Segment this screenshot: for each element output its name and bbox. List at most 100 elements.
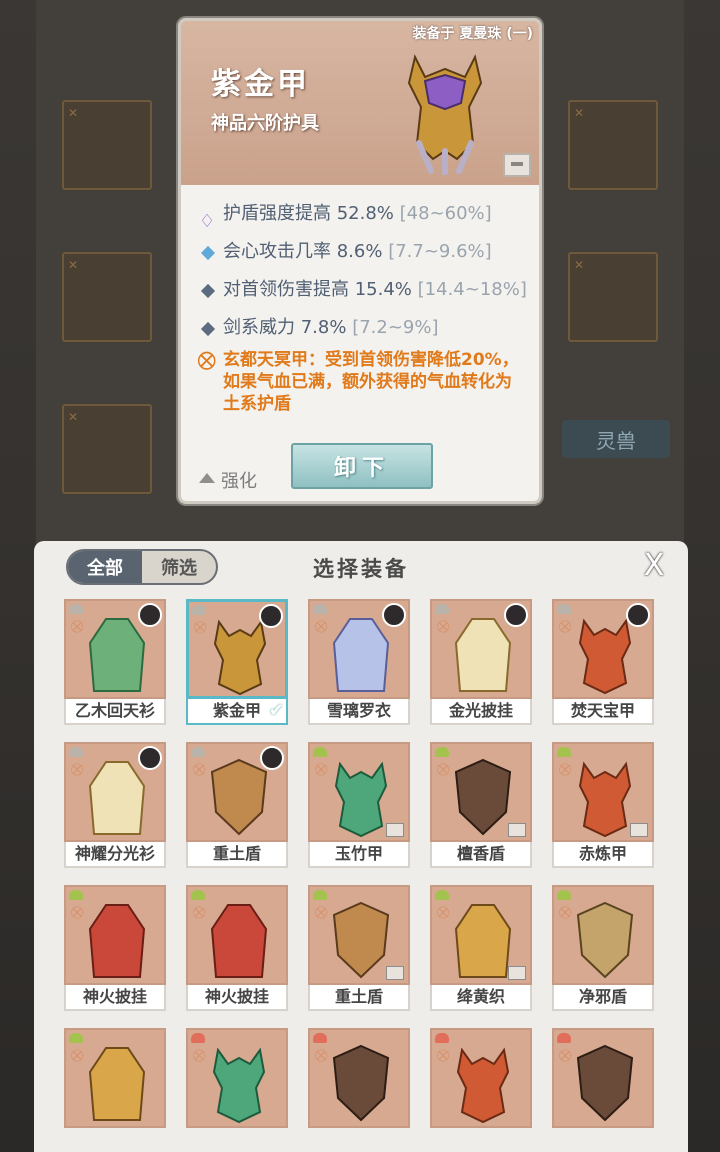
rune-icon: ⛒ xyxy=(315,762,328,776)
equipment-item[interactable]: ⛒ xyxy=(186,1028,288,1152)
quality-icon xyxy=(313,890,327,900)
equipment-name: 神耀分光衫 xyxy=(64,842,166,868)
storage-box-icon xyxy=(630,823,648,837)
equipment-art-image xyxy=(576,901,634,979)
quality-icon xyxy=(435,1033,449,1043)
storage-box-icon xyxy=(508,823,526,837)
equipment-art-image xyxy=(332,1044,390,1122)
equipment-name: 净邪盾 xyxy=(552,985,654,1011)
equipment-item[interactable]: ⛒ xyxy=(430,1028,532,1152)
equipment-tile: ⛒ xyxy=(430,885,532,985)
rune-icon: ⛒ xyxy=(193,762,206,776)
equipment-item[interactable]: ⛒ 檀香盾 xyxy=(430,742,532,870)
equipment-art-image xyxy=(334,761,388,838)
armor-art-image xyxy=(407,54,483,175)
equipment-tile: ⛒ xyxy=(64,742,166,842)
owner-avatar xyxy=(138,603,162,627)
equipment-item[interactable]: ⛒ 重土盾 xyxy=(308,885,410,1013)
equipment-name: 重土盾 xyxy=(308,985,410,1011)
equipment-tile: ⛒ xyxy=(64,885,166,985)
quality-icon xyxy=(191,890,205,900)
equipment-item[interactable]: ⛒ 雪璃罗衣 xyxy=(308,599,410,727)
stat-range: [48~60%] xyxy=(399,203,492,224)
item-detail-header: 装备于 夏曼珠 (一) 紫金甲 神品六阶护具 xyxy=(181,21,539,185)
enhance-button[interactable]: 强化 xyxy=(199,467,257,493)
equipment-art-image xyxy=(454,758,512,836)
rune-icon: ⛒ xyxy=(198,351,216,371)
stat-range: [7.7~9.6%] xyxy=(388,241,492,262)
equipment-art-image xyxy=(213,619,267,696)
equipment-art-image xyxy=(210,758,268,836)
equipment-art-image xyxy=(578,761,632,838)
owner-avatar xyxy=(260,746,284,770)
quality-icon xyxy=(192,605,206,615)
rune-icon: ⛒ xyxy=(437,619,450,633)
equipment-tile: ⛒ xyxy=(430,742,532,842)
equipment-item[interactable]: ⛒ 净邪盾 xyxy=(552,885,654,1013)
rune-icon: ⛒ xyxy=(194,620,207,634)
arrow-up-icon xyxy=(199,473,215,483)
background-slot: ✕ xyxy=(568,252,658,342)
quality-icon xyxy=(435,890,449,900)
equipment-tile: ⛒ xyxy=(186,742,288,842)
background-slot: ✕ xyxy=(62,404,152,494)
equipment-art-image xyxy=(332,901,390,979)
stat-text: 对首领伤害提高 15.4% xyxy=(223,279,412,300)
quality-icon xyxy=(191,747,205,757)
close-button[interactable]: X xyxy=(638,549,670,583)
equipment-item[interactable]: ⛒ 神火披挂 xyxy=(64,885,166,1013)
diamond-icon xyxy=(200,283,216,299)
storage-box-icon[interactable] xyxy=(503,153,531,177)
equipment-art-image xyxy=(578,618,632,695)
quality-icon xyxy=(313,1033,327,1043)
equipment-item[interactable]: ⛒ 乙木回天衫 xyxy=(64,599,166,727)
equipment-item[interactable]: ⛒ 焚天宝甲 xyxy=(552,599,654,727)
item-rank: 神品六阶护具 xyxy=(211,113,319,134)
equipment-art-image xyxy=(88,1047,146,1121)
rune-icon: ⛒ xyxy=(71,619,84,633)
equipped-by-label: 装备于 夏曼珠 (一) xyxy=(412,26,533,42)
item-name: 紫金甲 xyxy=(211,67,310,102)
equipment-tile: ⛒ xyxy=(552,885,654,985)
equipment-item[interactable]: ⛒ xyxy=(308,1028,410,1152)
quality-icon xyxy=(69,1033,83,1043)
stat-text: 会心攻击几率 8.6% xyxy=(223,241,383,262)
rune-icon: ⛒ xyxy=(559,1048,572,1062)
equipment-art-image xyxy=(88,761,146,835)
storage-box-icon xyxy=(386,966,404,980)
equipment-item[interactable]: ⛒ 赤炼甲 xyxy=(552,742,654,870)
rune-icon: ⛒ xyxy=(315,1048,328,1062)
equipment-item[interactable]: ⛒ 紫金甲 ✔ xyxy=(186,599,288,727)
quality-icon xyxy=(557,747,571,757)
equipment-tile: ⛒ xyxy=(64,1028,166,1128)
equipment-item[interactable]: ⛒ xyxy=(552,1028,654,1152)
equipment-name: 金光披挂 xyxy=(430,699,532,725)
equipment-item[interactable]: ⛒ 神耀分光衫 xyxy=(64,742,166,870)
quality-icon xyxy=(69,890,83,900)
stat-row: ♢ 护盾强度提高 52.8% [48~60%] xyxy=(181,197,539,235)
quality-icon xyxy=(557,604,571,614)
equipment-item[interactable]: ⛒ 绛黄织 xyxy=(430,885,532,1013)
rune-icon: ⛒ xyxy=(71,1048,84,1062)
equipment-tile: ⛒ xyxy=(430,1028,532,1128)
equipment-tile: ⛒ xyxy=(64,599,166,699)
equipment-item[interactable]: ⛒ 神火披挂 xyxy=(186,885,288,1013)
equipment-art-image xyxy=(454,618,512,692)
unequip-button[interactable]: 卸下 xyxy=(291,443,433,489)
equipment-item[interactable]: ⛒ xyxy=(64,1028,166,1152)
equipment-name: 神火披挂 xyxy=(64,985,166,1011)
equipment-tile: ⛒ xyxy=(552,599,654,699)
equipment-tile: ⛒ xyxy=(186,599,288,699)
equipment-item[interactable]: ⛒ 玉竹甲 xyxy=(308,742,410,870)
stat-row: 会心攻击几率 8.6% [7.7~9.6%] xyxy=(181,235,539,273)
owner-avatar xyxy=(382,603,406,627)
stat-row: 剑系威力 7.8% [7.2~9%] xyxy=(181,311,539,349)
storage-box-icon xyxy=(386,823,404,837)
rune-icon: ⛒ xyxy=(193,905,206,919)
panel-title: 选择装备 xyxy=(313,557,409,581)
equipment-item[interactable]: ⛒ 重土盾 xyxy=(186,742,288,870)
rune-icon: ⛒ xyxy=(71,905,84,919)
stat-range: [7.2~9%] xyxy=(352,317,439,338)
rune-icon: ⛒ xyxy=(559,762,572,776)
equipment-item[interactable]: ⛒ 金光披挂 xyxy=(430,599,532,727)
